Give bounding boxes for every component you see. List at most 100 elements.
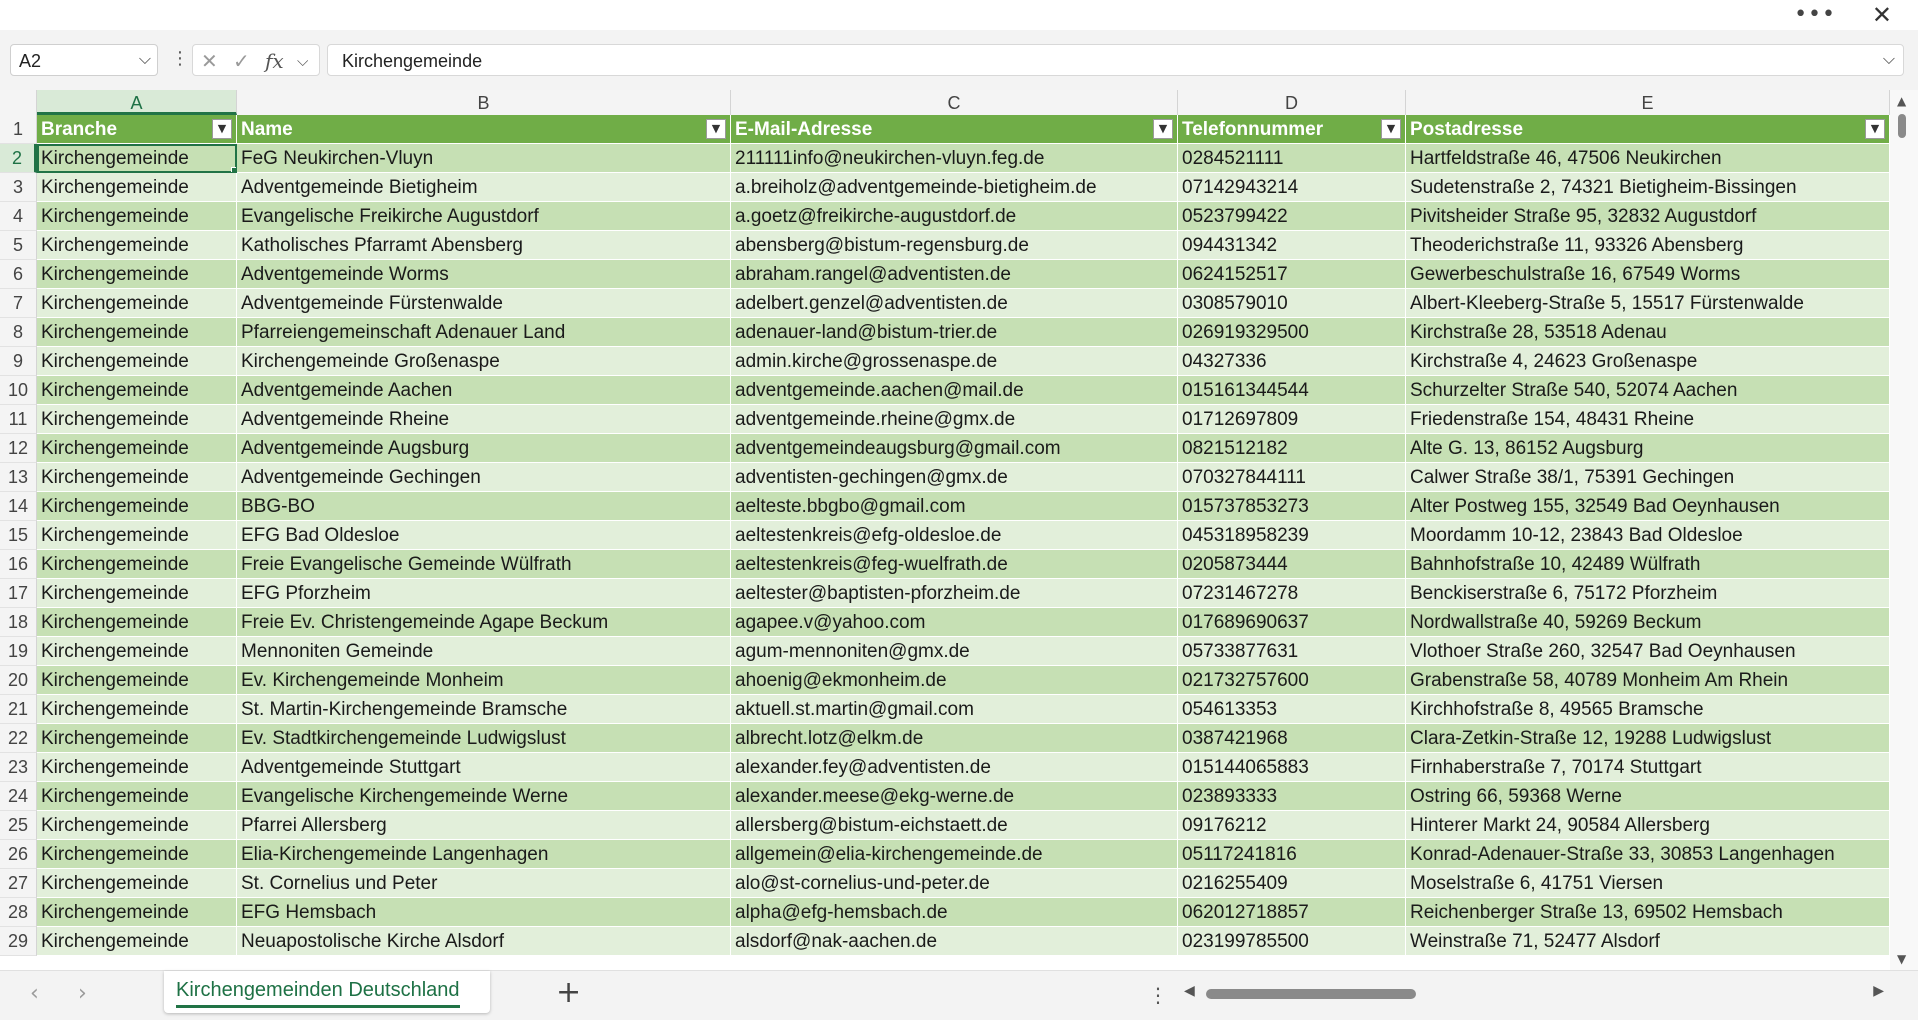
cell-name[interactable]: St. Martin-Kirchengemeinde Bramsche (237, 695, 731, 724)
header-cell-address[interactable]: Postadresse ▼ (1406, 115, 1890, 144)
checkmark-icon[interactable]: ✓ (233, 49, 250, 73)
cell-address[interactable]: Alter Postweg 155, 32549 Bad Oeynhausen (1406, 492, 1890, 521)
filter-dropdown-icon[interactable]: ▼ (1381, 119, 1401, 139)
row-header[interactable]: 13 (0, 463, 37, 492)
cell-name[interactable]: Evangelische Freikirche Augustdorf (237, 202, 731, 231)
cell-name[interactable]: Mennoniten Gemeinde (237, 637, 731, 666)
cell-phone[interactable]: 045318958239 (1178, 521, 1406, 550)
vertical-scrollbar[interactable]: ▲ ▼ (1890, 90, 1918, 970)
cell-email[interactable]: alsdorf@nak-aachen.de (731, 927, 1178, 956)
row-header[interactable]: 27 (0, 869, 37, 898)
sheet-tab[interactable]: Kirchengemeinden Deutschland (164, 971, 490, 1013)
cell-name[interactable]: Adventgemeinde Bietigheim (237, 173, 731, 202)
cell-phone[interactable]: 094431342 (1178, 231, 1406, 260)
cell-email[interactable]: admin.kirche@grossenaspe.de (731, 347, 1178, 376)
cell-name[interactable]: EFG Hemsbach (237, 898, 731, 927)
row-header[interactable]: 15 (0, 521, 37, 550)
cell-address[interactable]: Konrad-Adenauer-Straße 33, 30853 Langenh… (1406, 840, 1890, 869)
cell-address[interactable]: Alte G. 13, 86152 Augsburg (1406, 434, 1890, 463)
cell-address[interactable]: Nordwallstraße 40, 59269 Beckum (1406, 608, 1890, 637)
cell-email[interactable]: alexander.fey@adventisten.de (731, 753, 1178, 782)
cell-name[interactable]: Pfarreiengemeinschaft Adenauer Land (237, 318, 731, 347)
cell-email[interactable]: adenauer-land@bistum-trier.de (731, 318, 1178, 347)
cell-address[interactable]: Bahnhofstraße 10, 42489 Wülfrath (1406, 550, 1890, 579)
cell-branche[interactable]: Kirchengemeinde (37, 173, 237, 202)
cell-email[interactable]: aelteste.bbgbo@gmail.com (731, 492, 1178, 521)
cell-address[interactable]: Pivitsheider Straße 95, 32832 Augustdorf (1406, 202, 1890, 231)
cell-email[interactable]: adventgemeinde.aachen@mail.de (731, 376, 1178, 405)
cell-email[interactable]: aeltestenkreis@efg-oldesloe.de (731, 521, 1178, 550)
cell-name[interactable]: Freie Ev. Christengemeinde Agape Beckum (237, 608, 731, 637)
row-header[interactable]: 10 (0, 376, 37, 405)
column-header-e[interactable]: E (1406, 90, 1890, 115)
cell-phone[interactable]: 0523799422 (1178, 202, 1406, 231)
scroll-down-icon[interactable]: ▼ (1897, 952, 1906, 966)
cell-name[interactable]: EFG Bad Oldesloe (237, 521, 731, 550)
cell-phone[interactable]: 0387421968 (1178, 724, 1406, 753)
expand-formula-icon[interactable]: ⌵ (1883, 49, 1895, 69)
cell-address[interactable]: Grabenstraße 58, 40789 Monheim Am Rhein (1406, 666, 1890, 695)
cell-address[interactable]: Sudetenstraße 2, 74321 Bietigheim-Bissin… (1406, 173, 1890, 202)
cell-phone[interactable]: 09176212 (1178, 811, 1406, 840)
header-cell-branche[interactable]: Branche ▼ (37, 115, 237, 144)
row-header[interactable]: 9 (0, 347, 37, 376)
cell-email[interactable]: aktuell.st.martin@gmail.com (731, 695, 1178, 724)
cell-branche[interactable]: Kirchengemeinde (37, 521, 237, 550)
scroll-right-icon[interactable]: ▶ (1873, 983, 1884, 999)
row-header[interactable]: 21 (0, 695, 37, 724)
cell-address[interactable]: Calwer Straße 38/1, 75391 Gechingen (1406, 463, 1890, 492)
cell-branche[interactable]: Kirchengemeinde (37, 927, 237, 956)
cell-address[interactable]: Kirchstraße 28, 53518 Adenau (1406, 318, 1890, 347)
cell-name[interactable]: Adventgemeinde Stuttgart (237, 753, 731, 782)
cell-email[interactable]: adventgemeinde.rheine@gmx.de (731, 405, 1178, 434)
cell-phone[interactable]: 070327844111 (1178, 463, 1406, 492)
cell-branche[interactable]: Kirchengemeinde (37, 289, 237, 318)
cell-branche[interactable]: Kirchengemeinde (37, 898, 237, 927)
row-header[interactable]: 25 (0, 811, 37, 840)
cell-name[interactable]: FeG Neukirchen-Vluyn (237, 144, 731, 173)
row-header[interactable]: 2 (0, 144, 37, 173)
cell-branche[interactable]: Kirchengemeinde (37, 376, 237, 405)
cell-address[interactable]: Theoderichstraße 11, 93326 Abensberg (1406, 231, 1890, 260)
row-header[interactable]: 29 (0, 927, 37, 956)
spreadsheet-grid[interactable]: A B C D E 1 Branche ▼ Name ▼ E-Mail-Adress… (0, 90, 1890, 970)
horizontal-scrollbar[interactable]: ◀ ▶ (1178, 981, 1888, 1007)
filter-dropdown-icon[interactable]: ▼ (212, 119, 232, 139)
cell-phone[interactable]: 07231467278 (1178, 579, 1406, 608)
close-icon[interactable]: ✕ (1872, 1, 1892, 29)
cell-address[interactable]: Reichenberger Straße 13, 69502 Hemsbach (1406, 898, 1890, 927)
cell-phone[interactable]: 062012718857 (1178, 898, 1406, 927)
cell-phone[interactable]: 023199785500 (1178, 927, 1406, 956)
insert-function-icon[interactable]: fx (265, 49, 284, 73)
row-header[interactable]: 8 (0, 318, 37, 347)
cell-name[interactable]: Adventgemeinde Augsburg (237, 434, 731, 463)
cell-branche[interactable]: Kirchengemeinde (37, 666, 237, 695)
cell-phone[interactable]: 026919329500 (1178, 318, 1406, 347)
cell-address[interactable]: Schurzelter Straße 540, 52074 Aachen (1406, 376, 1890, 405)
cell-branche[interactable]: Kirchengemeinde (37, 753, 237, 782)
cell-name[interactable]: Adventgemeinde Fürstenwalde (237, 289, 731, 318)
cell-branche[interactable]: Kirchengemeinde (37, 782, 237, 811)
cell-email[interactable]: aeltestenkreis@feg-wuelfrath.de (731, 550, 1178, 579)
formula-input[interactable]: Kirchengemeinde ⌵ (327, 44, 1904, 76)
cell-address[interactable]: Albert-Kleeberg-Straße 5, 15517 Fürstenw… (1406, 289, 1890, 318)
cell-address[interactable]: Firnhaberstraße 7, 70174 Stuttgart (1406, 753, 1890, 782)
cell-email[interactable]: adventgemeindeaugsburg@gmail.com (731, 434, 1178, 463)
cell-email[interactable]: abensberg@bistum-regensburg.de (731, 231, 1178, 260)
row-header[interactable]: 19 (0, 637, 37, 666)
chevron-down-icon[interactable]: ⌵ (297, 52, 308, 70)
scroll-thumb[interactable] (1898, 114, 1906, 138)
cell-name[interactable]: Ev. Stadtkirchengemeinde Ludwigslust (237, 724, 731, 753)
row-header[interactable]: 26 (0, 840, 37, 869)
cell-name[interactable]: EFG Pforzheim (237, 579, 731, 608)
cell-branche[interactable]: Kirchengemeinde (37, 840, 237, 869)
cell-address[interactable]: Kirchhofstraße 8, 49565 Bramsche (1406, 695, 1890, 724)
cell-address[interactable]: Ostring 66, 59368 Werne (1406, 782, 1890, 811)
cell-email[interactable]: alo@st-cornelius-und-peter.de (731, 869, 1178, 898)
cell-branche[interactable]: Kirchengemeinde (37, 492, 237, 521)
row-header[interactable]: 16 (0, 550, 37, 579)
cell-phone[interactable]: 0284521111 (1178, 144, 1406, 173)
select-all-corner[interactable] (0, 90, 37, 115)
cell-email[interactable]: alpha@efg-hemsbach.de (731, 898, 1178, 927)
cell-address[interactable]: Hartfeldstraße 46, 47506 Neukirchen (1406, 144, 1890, 173)
